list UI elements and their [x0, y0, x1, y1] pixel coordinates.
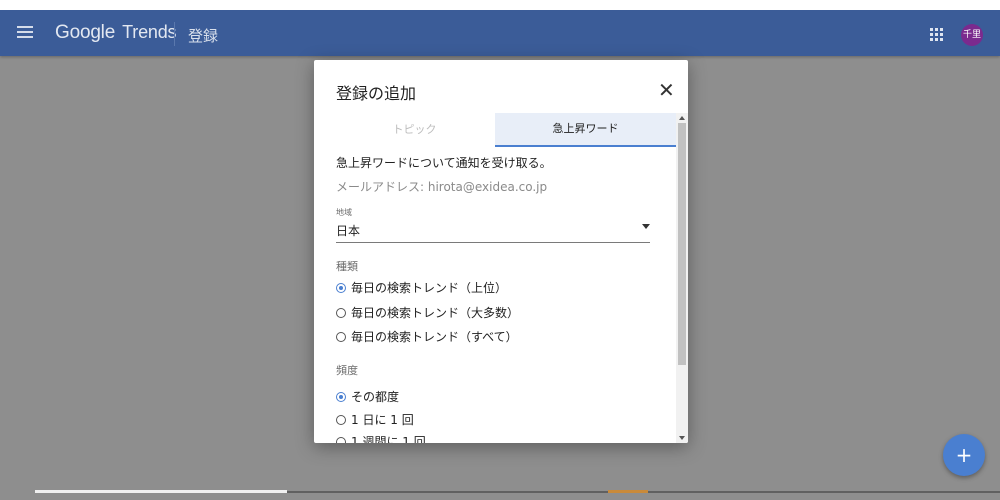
page-title: 登録	[188, 27, 219, 45]
scroll-up-icon[interactable]	[679, 116, 685, 120]
close-icon[interactable]: ✕	[658, 80, 675, 100]
bottom-bar-accent	[608, 490, 648, 493]
radio-label: 毎日の検索トレンド（上位）	[351, 281, 508, 295]
type-radio-all[interactable]: 毎日の検索トレンド（すべて）	[336, 328, 518, 345]
add-subscription-dialog: 登録の追加 ✕ トピック 急上昇ワード 急上昇ワードについて通知を受け取る。 メ…	[314, 60, 688, 443]
top-strip	[0, 0, 1000, 10]
dropdown-arrow-icon	[642, 224, 650, 229]
region-select[interactable]: 日本	[336, 218, 650, 243]
dialog-tabs: トピック 急上昇ワード	[334, 113, 676, 147]
avatar[interactable]: 千里	[961, 24, 983, 46]
logo-trends-text: Trends	[122, 22, 177, 42]
radio-label: 毎日の検索トレンド（すべて）	[351, 330, 518, 344]
type-radio-top[interactable]: 毎日の検索トレンド（上位）	[336, 279, 507, 296]
tab-topic[interactable]: トピック	[334, 113, 495, 147]
header-divider	[174, 22, 175, 46]
description-text: 急上昇ワードについて通知を受け取る。	[336, 156, 552, 170]
radio-unchecked-icon	[336, 436, 346, 443]
frequency-radio-each[interactable]: その都度	[336, 388, 399, 405]
radio-checked-icon	[336, 391, 346, 402]
hamburger-menu-icon[interactable]	[17, 26, 33, 38]
frequency-group-label: 頻度	[336, 364, 358, 377]
tab-rising-searches[interactable]: 急上昇ワード	[495, 113, 676, 147]
type-radio-most[interactable]: 毎日の検索トレンド（大多数）	[336, 304, 519, 321]
radio-label: 1 週間に 1 回	[351, 435, 426, 443]
google-trends-logo[interactable]: Google Trends	[55, 22, 177, 44]
region-value: 日本	[336, 224, 361, 238]
radio-label: その都度	[351, 390, 400, 404]
radio-unchecked-icon	[336, 331, 346, 342]
bottom-bar-light	[35, 490, 287, 493]
frequency-radio-weekly[interactable]: 1 週間に 1 回	[336, 433, 426, 443]
radio-checked-icon	[336, 282, 346, 293]
apps-grid-icon[interactable]	[930, 28, 944, 42]
radio-label: 毎日の検索トレンド（大多数）	[351, 306, 520, 320]
type-group-label: 種類	[336, 260, 358, 273]
logo-google-text: Google	[55, 22, 116, 43]
region-label: 地域	[336, 208, 352, 217]
frequency-radio-daily[interactable]: 1 日に 1 回	[336, 411, 414, 428]
email-text: メールアドレス: hirota@exidea.co.jp	[336, 180, 548, 194]
add-button[interactable]: +	[943, 434, 985, 476]
radio-label: 1 日に 1 回	[351, 413, 414, 427]
radio-unchecked-icon	[336, 307, 346, 318]
app-header: Google Trends 登録 千里	[0, 0, 1000, 56]
radio-unchecked-icon	[336, 414, 346, 425]
dialog-scrollbar[interactable]	[676, 113, 688, 443]
scrollbar-thumb[interactable]	[678, 123, 686, 365]
scroll-down-icon[interactable]	[679, 436, 685, 440]
dialog-title: 登録の追加	[336, 84, 417, 103]
